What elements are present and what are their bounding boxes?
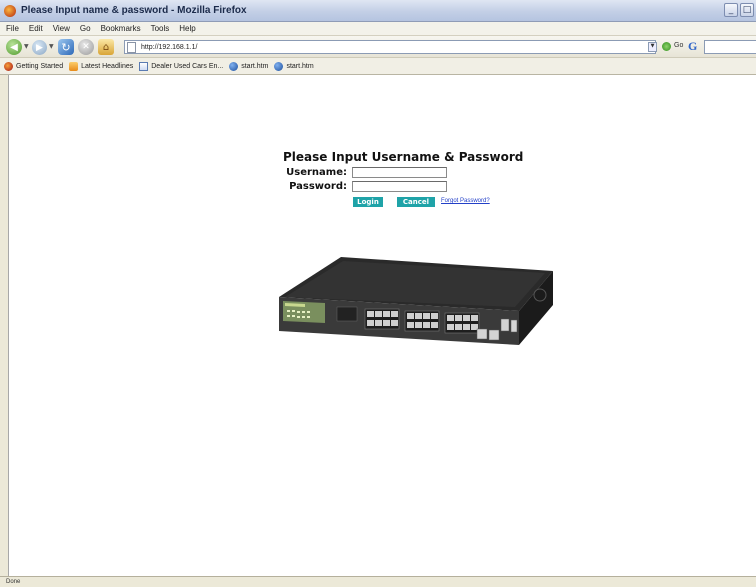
menu-help[interactable]: Help [179, 24, 195, 33]
console-port [336, 306, 358, 322]
bookmarks-toolbar: Getting Started Latest Headlines Dealer … [0, 58, 756, 75]
url-bar[interactable]: http://192.168.1.1/ [124, 40, 656, 54]
maximize-button[interactable]: □ [740, 3, 754, 17]
bookmark-getting-started[interactable]: Getting Started [4, 61, 64, 71]
firefox-icon [4, 61, 13, 71]
url-text[interactable]: http://192.168.1.1/ [141, 44, 197, 51]
bookmark-label: Latest Headlines [81, 62, 134, 70]
menu-bar: File Edit View Go Bookmarks Tools Help [0, 22, 756, 36]
window-title: Please Input name & password - Mozilla F… [21, 5, 247, 16]
status-bar: Done [0, 576, 756, 587]
login-button[interactable]: Login [353, 197, 383, 207]
forgot-password-link[interactable]: Forgot Password? [441, 198, 490, 204]
globe-icon [274, 61, 284, 71]
page-content: Please Input Username & Password Usernam… [8, 75, 756, 576]
menu-tools[interactable]: Tools [151, 24, 170, 33]
forward-history-dropdown-icon[interactable]: ▼ [49, 43, 54, 50]
bookmark-label: start.htm [286, 62, 314, 70]
bookmark-start-2[interactable]: start.htm [274, 61, 314, 71]
back-history-dropdown-icon[interactable]: ▼ [24, 43, 29, 50]
reload-icon[interactable]: ↻ [58, 39, 74, 55]
bookmark-label: start.htm [241, 62, 269, 70]
username-label: Username: [286, 167, 347, 178]
bookmark-dealer-used-cars[interactable]: Dealer Used Cars En... [139, 61, 224, 71]
rss-icon [69, 61, 79, 71]
password-input[interactable] [352, 181, 447, 192]
globe-icon [229, 61, 239, 71]
go-icon[interactable] [662, 42, 671, 51]
firefox-icon [4, 4, 16, 17]
rj45-port-group-1 [364, 308, 400, 330]
url-dropdown-icon[interactable]: ▼ [648, 42, 657, 52]
username-input[interactable] [352, 167, 447, 178]
window-title-bar: Please Input name & password - Mozilla F… [0, 0, 756, 22]
navigation-toolbar: ◀ ▼ ▶ ▼ ↻ ✕ ⌂ http://192.168.1.1/ ▼ Go G [0, 36, 756, 58]
bookmark-start-1[interactable]: start.htm [229, 61, 269, 71]
search-input[interactable] [704, 40, 756, 54]
stop-icon[interactable]: ✕ [78, 39, 94, 55]
cancel-button[interactable]: Cancel [397, 197, 435, 207]
rj45-port-group-2 [404, 310, 440, 332]
menu-bookmarks[interactable]: Bookmarks [101, 24, 141, 33]
go-button-label[interactable]: Go [674, 42, 683, 49]
back-arrow-icon[interactable]: ◀ [6, 39, 22, 55]
rj45-port-group-3 [444, 312, 480, 334]
menu-edit[interactable]: Edit [29, 24, 43, 33]
page-icon [139, 61, 149, 71]
password-label: Password: [289, 181, 347, 192]
forward-arrow-icon[interactable]: ▶ [32, 40, 47, 55]
bookmark-latest-headlines[interactable]: Latest Headlines [69, 61, 134, 71]
home-icon[interactable]: ⌂ [98, 39, 114, 55]
window-controls: _ □ [724, 3, 754, 17]
menu-go[interactable]: Go [80, 24, 91, 33]
menu-view[interactable]: View [53, 24, 70, 33]
bookmark-label: Getting Started [16, 62, 64, 70]
page-icon [127, 41, 136, 53]
menu-file[interactable]: File [6, 24, 19, 33]
login-title: Please Input Username & Password [283, 150, 524, 164]
minimize-button[interactable]: _ [724, 3, 738, 17]
network-switch-image [279, 257, 553, 345]
status-text: Done [6, 579, 21, 585]
google-search-icon[interactable]: G [688, 39, 702, 53]
bookmark-label: Dealer Used Cars En... [151, 62, 224, 70]
